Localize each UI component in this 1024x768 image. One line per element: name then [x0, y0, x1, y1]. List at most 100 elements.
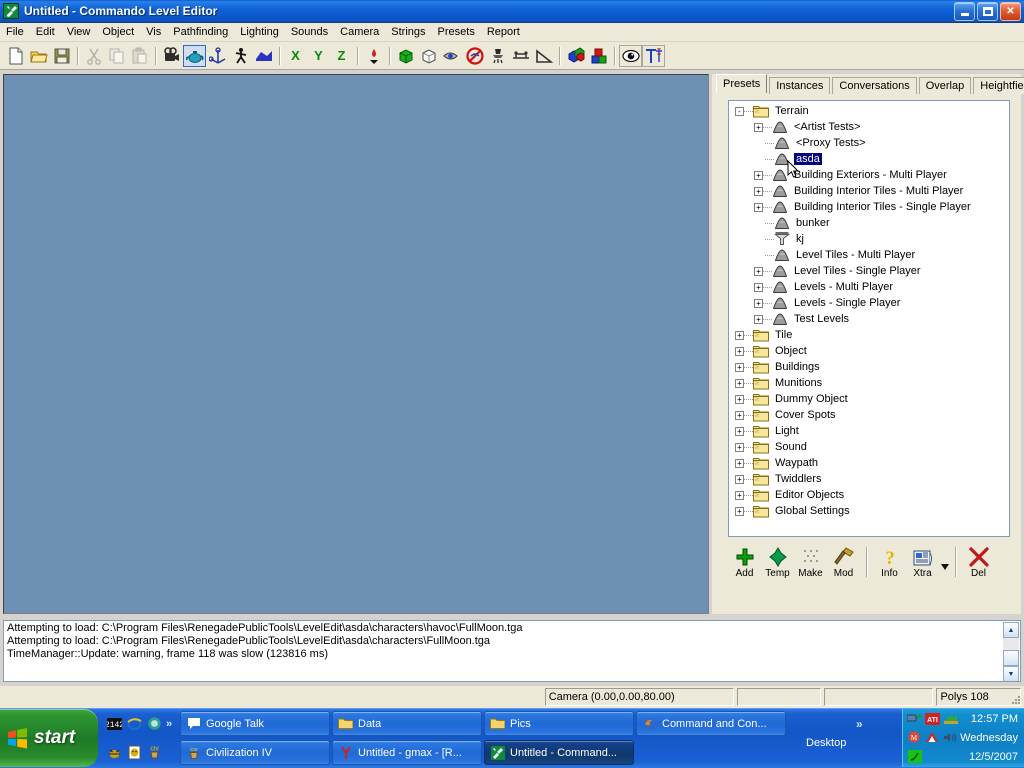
tree-expand-toggle[interactable]: + [754, 171, 763, 180]
tree-item[interactable]: +Editor Objects [729, 487, 1009, 503]
tree-item[interactable]: +Light [729, 423, 1009, 439]
taskbar-button[interactable]: Google Talk [180, 711, 330, 736]
menu-item-presets[interactable]: Presets [432, 24, 481, 40]
angle-icon[interactable] [532, 45, 555, 67]
start-button[interactable]: start [0, 709, 98, 767]
output-log-panel[interactable]: Attempting to load: C:\Program Files\Ren… [3, 620, 1021, 682]
solid-box-icon[interactable] [394, 45, 417, 67]
menu-item-edit[interactable]: Edit [30, 24, 61, 40]
menu-item-pathfinding[interactable]: Pathfinding [167, 24, 234, 40]
terrain-flag-icon[interactable] [252, 45, 275, 67]
desktop-toolbar-label[interactable]: Desktop [806, 737, 846, 749]
tree-item[interactable]: Level Tiles - Multi Player [729, 247, 1009, 263]
close-button[interactable]: ✕ [1000, 2, 1021, 21]
save-disk-icon[interactable] [50, 45, 73, 67]
axis-z-button[interactable]: Z [330, 45, 353, 67]
menu-item-view[interactable]: View [61, 24, 97, 40]
presets-tool-temp[interactable]: Temp [761, 545, 794, 579]
minimize-button[interactable] [954, 2, 975, 21]
colored-blocks-icon[interactable] [587, 45, 610, 67]
volume-icon[interactable] [942, 730, 957, 745]
menu-item-report[interactable]: Report [481, 24, 526, 40]
scroll-down-button[interactable]: ▼ [1003, 666, 1019, 682]
menu-item-object[interactable]: Object [96, 24, 140, 40]
tree-item[interactable]: <Proxy Tests> [729, 135, 1009, 151]
open-folder-icon[interactable] [27, 45, 50, 67]
presets-tool-del[interactable]: Del [962, 545, 995, 579]
eyeball-icon[interactable] [619, 45, 642, 67]
presets-tree[interactable]: -Terrain+<Artist Tests><Proxy Tests>asda… [728, 100, 1010, 537]
tree-expand-toggle[interactable]: + [754, 203, 763, 212]
tree-expand-toggle[interactable]: + [735, 507, 744, 516]
presets-tool-add[interactable]: Add [728, 545, 761, 579]
wireframe-box-icon[interactable] [417, 45, 440, 67]
tree-item[interactable]: -Terrain [729, 103, 1009, 119]
walk-mode-icon[interactable] [229, 45, 252, 67]
3d-viewport[interactable] [3, 74, 709, 614]
quicklaunch-civ-icon[interactable]: CIV [146, 745, 162, 761]
tree-expand-toggle[interactable]: + [754, 299, 763, 308]
tree-expand-toggle[interactable]: + [735, 347, 744, 356]
tree-item[interactable]: +Cover Spots [729, 407, 1009, 423]
quicklaunch-media-icon[interactable] [146, 716, 162, 732]
presets-tool-mod[interactable]: Mod [827, 545, 860, 579]
tree-item[interactable]: +Twiddlers [729, 471, 1009, 487]
paste-icon[interactable] [128, 45, 151, 67]
camera-icon[interactable] [160, 45, 183, 67]
tree-item[interactable]: +Buildings [729, 359, 1009, 375]
tree-item[interactable]: +Levels - Single Player [729, 295, 1009, 311]
resize-grip[interactable] [1010, 694, 1022, 706]
tree-item[interactable]: +Building Interior Tiles - Single Player [729, 199, 1009, 215]
tree-expand-toggle[interactable]: + [735, 379, 744, 388]
tree-expand-toggle[interactable]: + [735, 331, 744, 340]
menu-item-sounds[interactable]: Sounds [285, 24, 334, 40]
tree-expand-toggle[interactable]: + [735, 395, 744, 404]
text-tool-icon[interactable] [642, 45, 665, 67]
tree-item[interactable]: +Dummy Object [729, 391, 1009, 407]
pathfind-icon[interactable] [509, 45, 532, 67]
tab-instances[interactable]: Instances [769, 77, 830, 94]
tree-item[interactable]: +Building Exteriors - Multi Player [729, 167, 1009, 183]
tree-item[interactable]: +Tile [729, 327, 1009, 343]
presets-tool-info[interactable]: ?Info [873, 545, 906, 579]
tab-overlap[interactable]: Overlap [919, 77, 972, 94]
quicklaunch-bug-icon[interactable] [106, 745, 122, 761]
teapot-icon[interactable] [183, 45, 206, 67]
tree-expand-toggle[interactable]: + [735, 475, 744, 484]
tree-collapse-toggle[interactable]: - [735, 107, 744, 116]
axis-gizmo-icon[interactable] [206, 45, 229, 67]
update-icon[interactable] [943, 711, 958, 726]
tree-expand-toggle[interactable]: + [735, 491, 744, 500]
green-wireless-icon[interactable] [907, 749, 922, 764]
tree-expand-toggle[interactable]: + [754, 123, 763, 132]
tree-item[interactable]: kj [729, 231, 1009, 247]
vis-eye-icon[interactable] [440, 45, 463, 67]
menu-item-camera[interactable]: Camera [334, 24, 385, 40]
tree-expand-toggle[interactable]: + [735, 443, 744, 452]
tree-expand-toggle[interactable]: + [754, 283, 763, 292]
tree-item[interactable]: +Global Settings [729, 503, 1009, 519]
av-icon[interactable] [925, 730, 940, 745]
tab-presets[interactable]: Presets [716, 74, 767, 93]
menu-item-file[interactable]: File [0, 24, 30, 40]
copy-icon[interactable] [105, 45, 128, 67]
presets-tool-xtra[interactable]: Xtra [906, 545, 939, 579]
maximize-button[interactable] [977, 2, 998, 21]
scroll-up-button[interactable]: ▲ [1003, 622, 1019, 638]
taskbar-button[interactable]: Data [332, 711, 482, 736]
tree-expand-toggle[interactable]: + [754, 315, 763, 324]
tree-item[interactable]: +Waypath [729, 455, 1009, 471]
tree-item[interactable]: +Levels - Multi Player [729, 279, 1009, 295]
new-file-icon[interactable] [4, 45, 27, 67]
tree-item[interactable]: +Level Tiles - Single Player [729, 263, 1009, 279]
tree-expand-toggle[interactable]: + [735, 459, 744, 468]
tree-item[interactable]: bunker [729, 215, 1009, 231]
taskbar-button[interactable]: CIVCivilization IV [180, 740, 330, 765]
scroll-thumb[interactable] [1003, 650, 1019, 666]
quicklaunch-2142-icon[interactable]: 2142 [106, 716, 122, 732]
taskbar-button[interactable]: Command and Con... [636, 711, 786, 736]
menu-item-vis[interactable]: Vis [140, 24, 167, 40]
cut-scissors-icon[interactable] [82, 45, 105, 67]
taskbar-button[interactable]: Untitled - gmax - [R... [332, 740, 482, 765]
drop-to-ground-icon[interactable] [362, 45, 385, 67]
